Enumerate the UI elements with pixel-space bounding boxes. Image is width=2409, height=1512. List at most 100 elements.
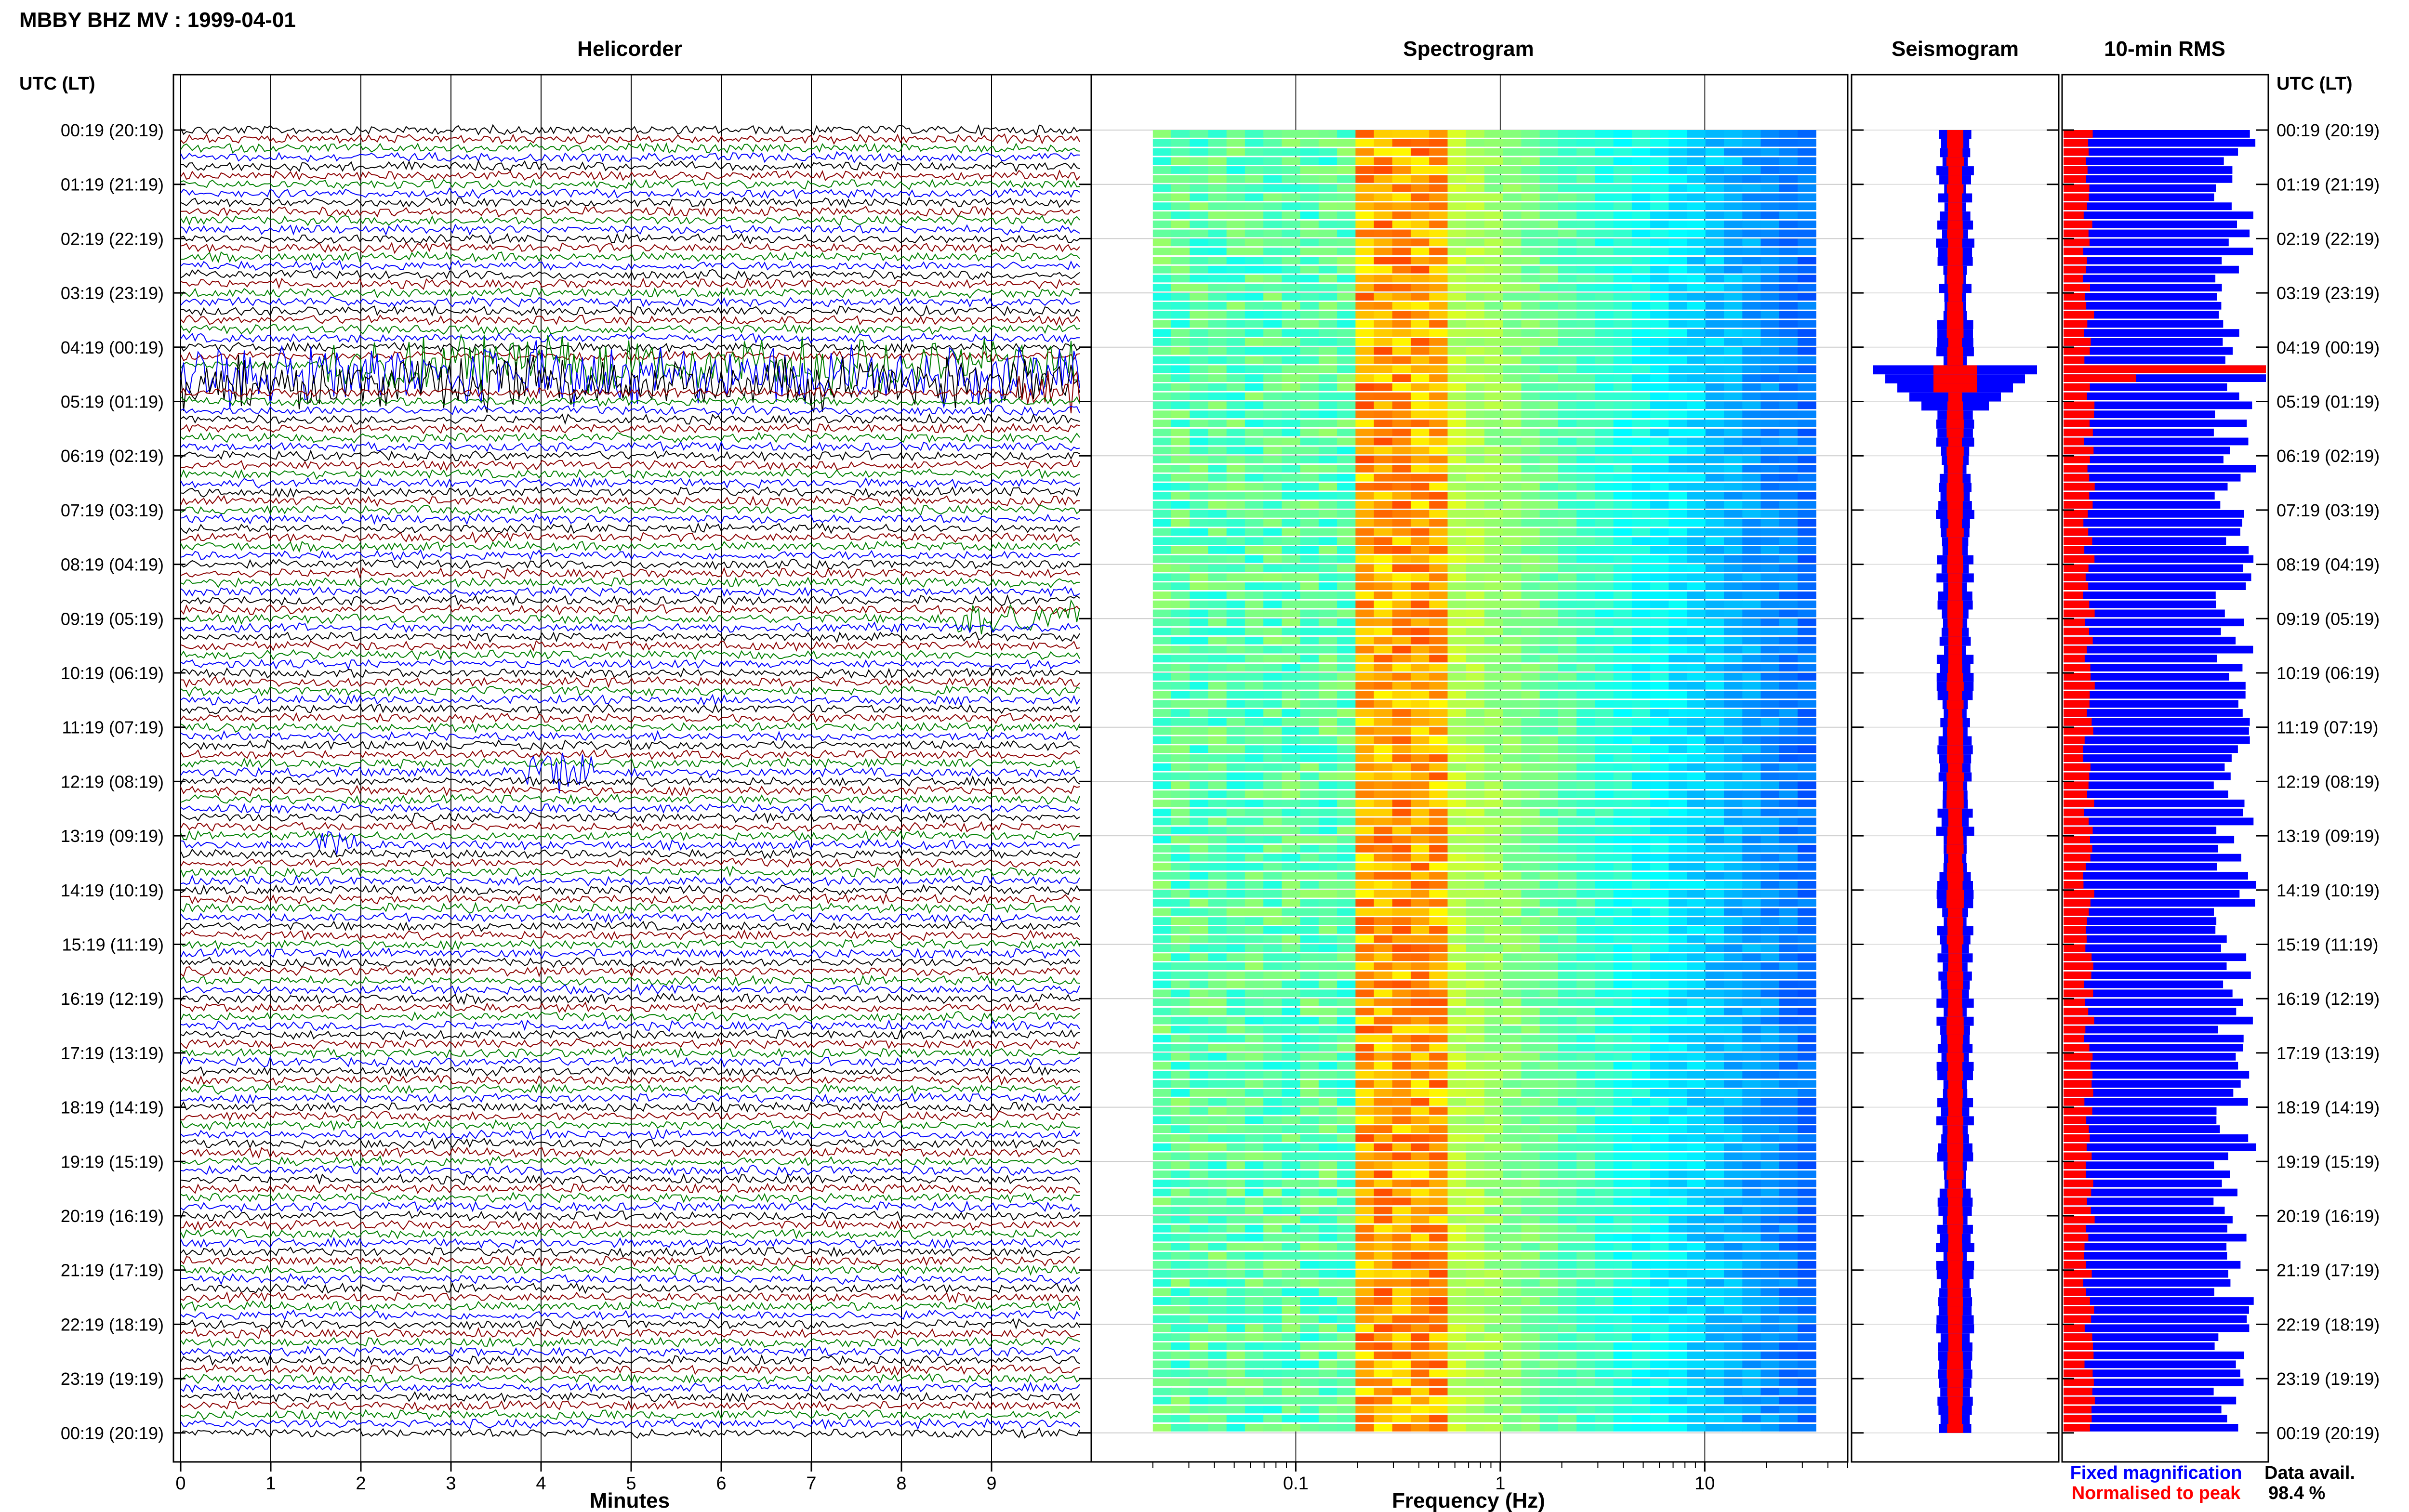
spectrogram-cell bbox=[1190, 1143, 1208, 1151]
spectrogram-cell bbox=[1779, 636, 1798, 644]
spectrogram-cell bbox=[1374, 356, 1393, 364]
spectrogram-cell bbox=[1171, 356, 1190, 364]
spectrogram-cell bbox=[1244, 582, 1264, 590]
spectrogram-cell bbox=[1798, 1125, 1816, 1133]
spectrogram-cell bbox=[1687, 1035, 1706, 1043]
spectrogram-cell bbox=[1760, 175, 1780, 183]
spectrogram-cell bbox=[1392, 483, 1411, 491]
spectrogram-cell bbox=[1355, 220, 1375, 228]
spectrogram-cell bbox=[1190, 582, 1208, 590]
spectrogram-cell bbox=[1724, 537, 1743, 545]
spectrogram-cell bbox=[1576, 329, 1595, 337]
spectrogram-cell bbox=[1742, 944, 1761, 952]
spectrogram-cell bbox=[1595, 347, 1614, 355]
spectrogram-cell bbox=[1760, 745, 1780, 753]
spectrogram-cell bbox=[1152, 437, 1172, 446]
spectrogram-cell bbox=[1705, 763, 1724, 771]
spectrogram-cell bbox=[1263, 1315, 1282, 1323]
spectrogram-cell bbox=[1466, 447, 1485, 455]
spectrogram-cell bbox=[1724, 1008, 1743, 1015]
spectrogram-cell bbox=[1429, 1089, 1448, 1097]
spectrogram-cell bbox=[1631, 817, 1651, 826]
spectrogram-cell bbox=[1466, 555, 1485, 563]
spectrogram-cell bbox=[1760, 248, 1780, 255]
spectrogram-cell bbox=[1337, 582, 1356, 590]
spectrogram-cell bbox=[1742, 1071, 1761, 1079]
spectrogram-cell bbox=[1484, 1315, 1503, 1323]
spectrogram-cell bbox=[1668, 618, 1688, 627]
spectrogram-cell bbox=[1760, 899, 1780, 907]
spectrogram-cell bbox=[1171, 465, 1190, 473]
spectrogram-cell bbox=[1595, 1044, 1614, 1052]
spectrogram-cell bbox=[1798, 275, 1816, 283]
spectrogram-cell bbox=[1760, 1152, 1780, 1160]
spectrogram-cell bbox=[1705, 1197, 1724, 1206]
spectrogram-cell bbox=[1226, 600, 1245, 608]
spectrogram-cell bbox=[1613, 1188, 1632, 1196]
spectrogram-cell bbox=[1558, 935, 1577, 943]
spectrogram-cell bbox=[1613, 546, 1632, 554]
spectrogram-cell bbox=[1484, 1306, 1503, 1314]
spectrogram-cell bbox=[1190, 1179, 1208, 1187]
spectrogram-cell bbox=[1411, 636, 1430, 644]
helicorder-trace-line bbox=[180, 1255, 1080, 1267]
spectrogram-cell bbox=[1668, 944, 1688, 952]
spectrogram-cell bbox=[1263, 401, 1282, 409]
spectrogram-cell bbox=[1337, 899, 1356, 907]
spectrogram-cell bbox=[1355, 1071, 1375, 1079]
spectrogram-cell bbox=[1208, 275, 1227, 283]
helicorder-trace-line bbox=[180, 993, 1080, 1005]
spectrogram-cell bbox=[1558, 1080, 1577, 1088]
spectrogram-cell bbox=[1263, 1197, 1282, 1206]
spectrogram-cell bbox=[1190, 401, 1208, 409]
spectrogram-cell bbox=[1576, 772, 1595, 780]
spectrogram-cell bbox=[1779, 211, 1798, 219]
spectrogram-cell bbox=[1355, 673, 1375, 681]
spectrogram-cell bbox=[1392, 492, 1411, 500]
spectrogram-cell bbox=[1411, 537, 1430, 545]
spectrogram-cell bbox=[1447, 248, 1467, 255]
spectrogram-cell bbox=[1705, 1207, 1724, 1214]
spectrogram-cell bbox=[1631, 437, 1651, 446]
spectrogram-cell bbox=[1687, 1071, 1706, 1079]
spectrogram-cell bbox=[1613, 519, 1632, 527]
spectrogram-cell bbox=[1539, 130, 1559, 138]
spectrogram-cell bbox=[1576, 193, 1595, 201]
spectrogram-cell bbox=[1631, 1016, 1651, 1025]
spectrogram-cell bbox=[1613, 1107, 1632, 1115]
spectrogram-cell bbox=[1798, 863, 1816, 871]
spectrogram-cell bbox=[1337, 863, 1356, 871]
spectrogram-cell bbox=[1244, 1261, 1264, 1269]
spectrogram-cell bbox=[1687, 573, 1706, 581]
spectrogram-cell bbox=[1171, 899, 1190, 907]
spectrogram-cell bbox=[1429, 1125, 1448, 1133]
spectrogram-cell bbox=[1576, 573, 1595, 581]
spectrogram-cell bbox=[1263, 302, 1282, 310]
spectrogram-cell bbox=[1668, 347, 1688, 355]
spectrogram-cell bbox=[1539, 971, 1559, 979]
spectrogram-cell bbox=[1263, 1234, 1282, 1242]
spectrogram-cell bbox=[1244, 238, 1264, 247]
spectrogram-cell bbox=[1447, 1161, 1467, 1170]
spectrogram-cell bbox=[1355, 935, 1375, 943]
spectrogram-cell bbox=[1171, 1026, 1190, 1034]
spectrogram-cell bbox=[1631, 410, 1651, 419]
spectrogram-cell bbox=[1631, 456, 1651, 463]
spectrogram-cell bbox=[1760, 492, 1780, 500]
spectrogram-cell bbox=[1650, 1261, 1669, 1269]
spectrogram-cell bbox=[1447, 1197, 1467, 1206]
spectrogram-cell bbox=[1208, 229, 1227, 237]
spectrogram-cell bbox=[1484, 374, 1503, 382]
spectrogram-cell bbox=[1503, 1261, 1522, 1269]
spectrogram-cell bbox=[1760, 1216, 1780, 1223]
spectrogram-cell bbox=[1798, 284, 1816, 292]
spectrogram-cell bbox=[1208, 501, 1227, 509]
spectrogram-cell bbox=[1263, 311, 1282, 319]
spectrogram-cell bbox=[1613, 863, 1632, 871]
spectrogram-cell bbox=[1392, 329, 1411, 337]
spectrogram-cell bbox=[1503, 338, 1522, 346]
spectrogram-cell bbox=[1798, 130, 1816, 138]
spectrogram-cell bbox=[1779, 600, 1798, 608]
spectrogram-cell bbox=[1318, 275, 1337, 283]
spectrogram-cell bbox=[1190, 1234, 1208, 1242]
